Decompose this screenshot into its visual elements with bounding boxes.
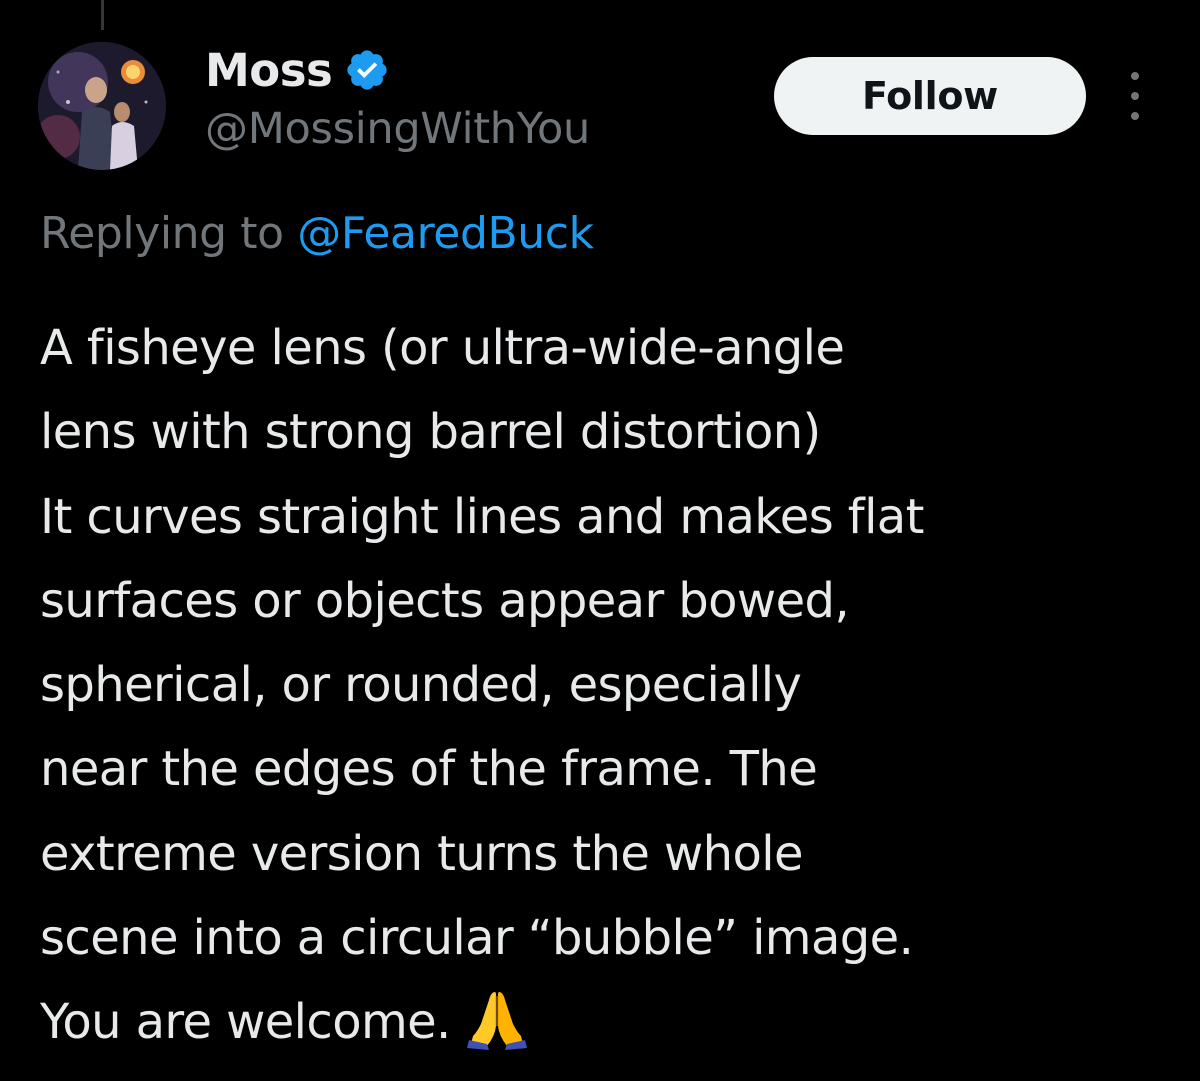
tweet-header: Moss @MossingWithYou (205, 38, 590, 155)
tweet-text-last-line: You are welcome. (40, 980, 1180, 1064)
replying-to-prefix: Replying to (40, 208, 298, 259)
tweet-text-line: A fisheye lens (or ultra-wide-angle (40, 320, 845, 376)
name-row: Moss (205, 38, 590, 102)
folded-hands-icon (466, 992, 527, 1051)
more-options-icon[interactable] (1118, 72, 1152, 120)
tweet-text-line: near the edges of the frame. The (40, 741, 818, 798)
avatar-image (38, 42, 166, 170)
tweet-text: A fisheye lens (or ultra-wide-angle lens… (40, 306, 1180, 1065)
avatar[interactable] (38, 42, 166, 170)
author-handle[interactable]: @MossingWithYou (205, 104, 590, 154)
tweet-text-line: scene into a circular “bubble” image. (40, 910, 914, 967)
follow-button[interactable]: Follow (774, 57, 1086, 135)
more-dot (1131, 92, 1139, 100)
tweet-text-line: surfaces or objects appear bowed, (40, 572, 850, 629)
tweet-text-line: lens with strong barrel distortion) (40, 404, 821, 461)
author-display-name[interactable]: Moss (205, 44, 333, 97)
more-dot (1131, 72, 1139, 80)
reply-to-mention-link[interactable]: @FearedBuck (297, 208, 594, 259)
more-dot (1131, 112, 1139, 120)
verified-badge-icon[interactable] (344, 47, 390, 93)
thread-connector-line (101, 0, 104, 30)
tweet-text-line: It curves straight lines and makes flat (40, 488, 924, 545)
tweet-text-line: You are welcome. (40, 994, 451, 1051)
tweet-text-line: extreme version turns the whole (40, 825, 804, 882)
replying-to-line: Replying to @FearedBuck (40, 208, 594, 259)
tweet-text-line: spherical, or rounded, especially (40, 657, 802, 714)
